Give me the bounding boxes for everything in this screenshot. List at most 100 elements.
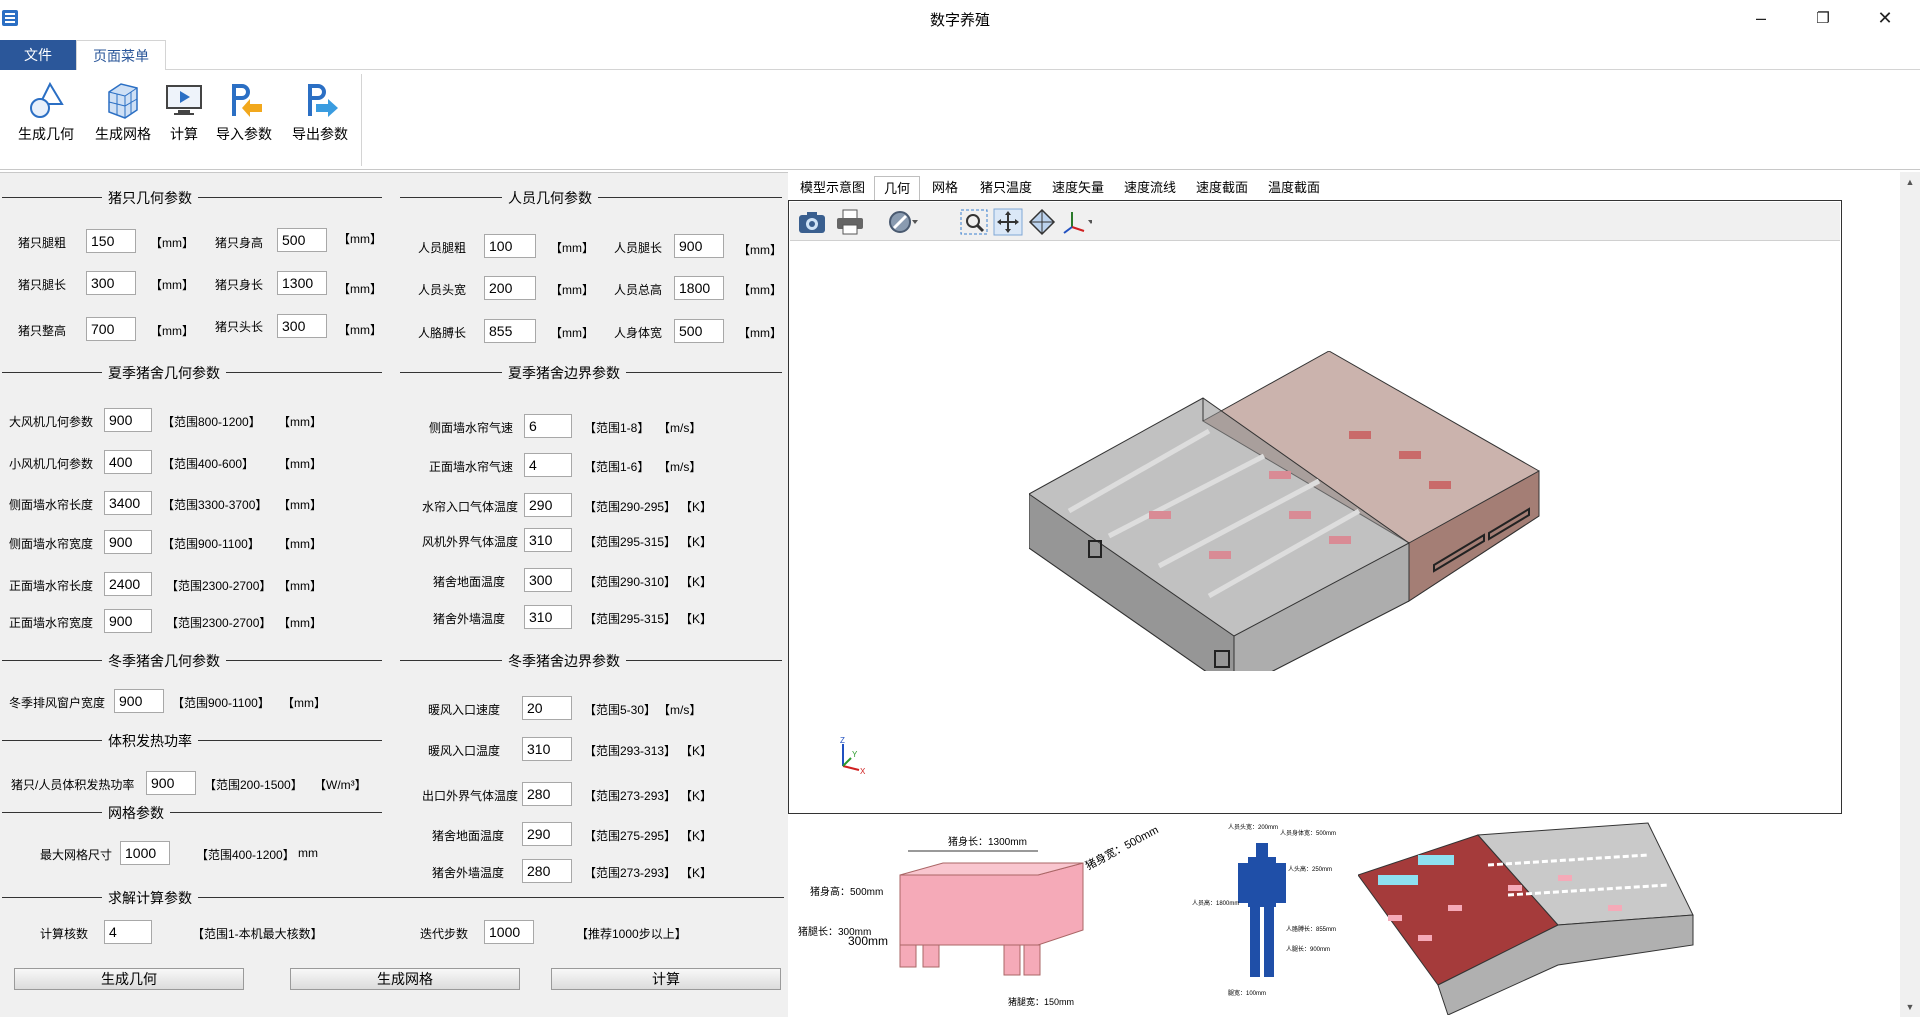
person-head-width-input[interactable]: [484, 276, 536, 300]
pig-leg-length-input[interactable]: [86, 271, 136, 295]
field-unit: 【K】: [680, 829, 713, 843]
field-range: 【范围273-293】: [584, 866, 677, 880]
pig-leg-width-label: 猪腿宽：150mm: [1008, 996, 1074, 1007]
field-unit: 【mm】: [278, 498, 322, 512]
pig-head-length-input[interactable]: [277, 314, 327, 338]
field-unit: 【K】: [680, 744, 713, 758]
section-title: 夏季猪舍几何参数: [102, 363, 226, 383]
rotate-view-icon[interactable]: [1026, 207, 1058, 237]
field-label: 正面墙水帘长度: [9, 579, 94, 593]
person-arm-length-input[interactable]: [484, 319, 536, 343]
curtain-inlet-temp-input[interactable]: [524, 493, 572, 517]
axis-orientation-icon[interactable]: [1060, 207, 1092, 237]
tab-file[interactable]: 文件: [0, 40, 76, 70]
section-winter-geometry: 冬季猪舍几何参数: [2, 651, 382, 671]
pig-body-length-input[interactable]: [277, 271, 327, 295]
heat-power-input[interactable]: [146, 771, 196, 795]
field-unit: 【m/s】: [658, 460, 702, 474]
person-arm-label: 人胳膊长：855mm: [1286, 925, 1336, 933]
fan-ambient-temp-input[interactable]: [524, 528, 572, 552]
outlet-ambient-temp-input[interactable]: [522, 782, 572, 806]
tab-model-schematic[interactable]: 模型示意图: [800, 176, 865, 200]
field-label: 冬季排风窗户宽度: [9, 696, 106, 710]
tab-velocity-streamline[interactable]: 速度流线: [1124, 176, 1176, 200]
field-label: 猪只身长: [215, 278, 264, 292]
zoom-fit-icon[interactable]: [958, 207, 990, 237]
tab-mesh[interactable]: 网格: [932, 176, 958, 200]
iteration-steps-input[interactable]: [484, 920, 534, 944]
compute-ribbon-button[interactable]: 计算: [164, 80, 204, 144]
warm-air-velocity-input[interactable]: [522, 696, 572, 720]
ribbon-separator: [361, 74, 362, 166]
field-unit: 【mm】: [550, 283, 594, 297]
max-mesh-size-input[interactable]: [120, 841, 170, 865]
field-unit: 【mm】: [738, 326, 782, 340]
field-unit: 【mm】: [278, 616, 322, 630]
winter-window-width-input[interactable]: [114, 689, 164, 713]
print-icon[interactable]: [834, 207, 866, 237]
right-scrollbar[interactable]: ▲ ▼: [1900, 172, 1920, 1017]
wall-temp-input[interactable]: [524, 605, 572, 629]
close-button[interactable]: ✕: [1854, 0, 1916, 36]
field-label: 猪只头长: [215, 320, 264, 334]
restore-button[interactable]: ❐: [1792, 0, 1854, 36]
cores-input[interactable]: [104, 920, 152, 944]
import-arrow-icon: [232, 84, 262, 117]
section-title: 冬季猪舍几何参数: [102, 651, 226, 671]
winter-floor-temp-input[interactable]: [522, 822, 572, 846]
scroll-down-arrow-icon[interactable]: ▼: [1900, 997, 1920, 1017]
export-params-ribbon-button[interactable]: 导出参数: [288, 80, 352, 144]
tab-pig-temperature[interactable]: 猪只温度: [980, 176, 1032, 200]
small-fan-input[interactable]: [104, 450, 152, 474]
ribbon-label: 导入参数: [216, 126, 272, 142]
tab-page-menu[interactable]: 页面菜单: [76, 40, 166, 70]
pig-total-height-input[interactable]: [86, 317, 136, 341]
compute-button[interactable]: 计算: [551, 968, 781, 990]
tab-velocity-section[interactable]: 速度截面: [1196, 176, 1248, 200]
front-curtain-velocity-input[interactable]: [524, 453, 572, 477]
side-curtain-width-input[interactable]: [104, 530, 152, 554]
field-range: 【范围295-315】: [584, 535, 677, 549]
person-head-height-label: 人头高：250mm: [1288, 865, 1332, 873]
ribbon-label: 生成网格: [95, 126, 151, 142]
field-range: 【范围200-1500】: [204, 778, 303, 792]
person-leg-width-input[interactable]: [484, 234, 536, 258]
section-person-geometry: 人员几何参数: [400, 188, 782, 208]
camera-icon[interactable]: [796, 207, 828, 237]
warm-air-temp-input[interactable]: [522, 737, 572, 761]
generate-geometry-button[interactable]: 生成几何: [14, 968, 244, 990]
monitor-play-icon: [166, 85, 202, 115]
ribbon-label: 计算: [170, 126, 198, 142]
generate-mesh-button[interactable]: 生成网格: [290, 968, 520, 990]
generate-mesh-ribbon-button[interactable]: 生成网格: [90, 80, 156, 144]
pig-leg-width-input[interactable]: [86, 229, 136, 253]
large-fan-input[interactable]: [104, 408, 152, 432]
tab-velocity-vector[interactable]: 速度矢量: [1052, 176, 1104, 200]
pig-body-height-input[interactable]: [277, 228, 327, 252]
field-label: 猪舍地面温度: [433, 575, 506, 589]
person-dimension-diagram: 人员头宽：200mm 人员身体宽：500mm 人头高：250mm 人员高：180…: [1192, 823, 1336, 997]
pan-icon[interactable]: [992, 207, 1024, 237]
visibility-toggle-icon[interactable]: [886, 207, 918, 237]
3d-viewer[interactable]: Z Y X: [788, 200, 1842, 814]
field-label: 猪只腿长: [18, 278, 67, 292]
side-curtain-velocity-input[interactable]: [524, 414, 572, 438]
ribbon-label: 生成几何: [18, 126, 74, 142]
front-curtain-width-input[interactable]: [104, 609, 152, 633]
field-range: 【范围1-6】: [584, 460, 650, 474]
front-curtain-length-input[interactable]: [104, 572, 152, 596]
import-params-ribbon-button[interactable]: 导入参数: [212, 80, 276, 144]
field-range: 【范围273-293】: [584, 789, 677, 803]
scroll-up-arrow-icon[interactable]: ▲: [1900, 172, 1920, 192]
minimize-button[interactable]: –: [1730, 0, 1792, 36]
tab-geometry[interactable]: 几何: [874, 176, 920, 200]
field-label: 大风机几何参数: [9, 415, 94, 429]
person-body-width-input[interactable]: [674, 319, 724, 343]
floor-temp-input[interactable]: [524, 568, 572, 592]
person-leg-length-input[interactable]: [674, 234, 724, 258]
generate-geometry-ribbon-button[interactable]: 生成几何: [14, 80, 78, 144]
winter-wall-temp-input[interactable]: [522, 859, 572, 883]
person-total-height-input[interactable]: [674, 276, 724, 300]
side-curtain-length-input[interactable]: [104, 491, 152, 515]
tab-temperature-section[interactable]: 温度截面: [1268, 176, 1320, 200]
